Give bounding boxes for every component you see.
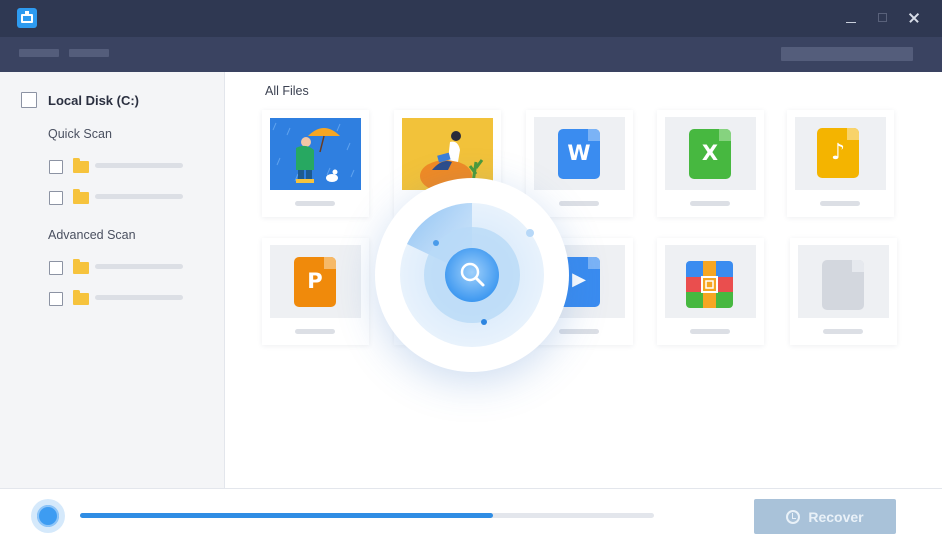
local-disk-label[interactable]: Local Disk (C:) bbox=[48, 93, 139, 108]
folder-name-placeholder bbox=[95, 264, 183, 269]
folder-icon bbox=[73, 158, 89, 173]
app-logo-icon bbox=[17, 8, 37, 28]
toolbar-placeholder-item[interactable] bbox=[19, 49, 59, 57]
folder-icon bbox=[73, 259, 89, 274]
audio-file-icon: ♪ bbox=[817, 128, 859, 178]
advanced-scan-item-checkbox[interactable] bbox=[49, 261, 63, 275]
title-bar bbox=[0, 0, 942, 37]
sidebar bbox=[0, 72, 225, 488]
file-card-image[interactable] bbox=[262, 110, 369, 217]
folder-icon bbox=[73, 189, 89, 204]
folder-name-placeholder bbox=[95, 163, 183, 168]
file-card-audio[interactable]: ♪ bbox=[787, 110, 894, 217]
scan-progress-bar bbox=[80, 513, 654, 518]
close-icon[interactable] bbox=[904, 9, 924, 27]
file-name-placeholder bbox=[823, 329, 863, 334]
advanced-scan-label: Advanced Scan bbox=[48, 228, 136, 242]
folder-name-placeholder bbox=[95, 194, 183, 199]
maximize-icon[interactable] bbox=[873, 9, 893, 27]
file-name-placeholder bbox=[295, 329, 335, 334]
scan-status-dot-icon bbox=[37, 505, 59, 527]
file-name-placeholder bbox=[690, 201, 730, 206]
word-file-icon: W bbox=[558, 129, 600, 179]
excel-file-icon: X bbox=[689, 129, 731, 179]
quick-scan-item-checkbox[interactable] bbox=[49, 160, 63, 174]
history-icon bbox=[786, 509, 801, 524]
recover-button-label: Recover bbox=[808, 508, 864, 525]
recover-button[interactable]: Recover bbox=[754, 499, 896, 534]
minimize-icon[interactable] bbox=[841, 9, 861, 27]
file-name-placeholder bbox=[295, 201, 335, 206]
all-files-title: All Files bbox=[265, 84, 309, 98]
file-name-placeholder bbox=[690, 329, 730, 334]
advanced-scan-item-checkbox[interactable] bbox=[49, 292, 63, 306]
folder-name-placeholder bbox=[95, 295, 183, 300]
toolbar-placeholder-item[interactable] bbox=[69, 49, 109, 57]
file-card-powerpoint[interactable]: P bbox=[262, 238, 369, 345]
rain-illustration-icon bbox=[270, 118, 361, 190]
scan-progress-fill bbox=[80, 513, 494, 518]
local-disk-checkbox[interactable] bbox=[21, 92, 37, 108]
folder-icon bbox=[73, 290, 89, 305]
quick-scan-label: Quick Scan bbox=[48, 127, 112, 141]
archive-file-icon bbox=[686, 261, 733, 308]
radar-icon bbox=[400, 203, 544, 347]
search-input-placeholder[interactable] bbox=[781, 47, 913, 61]
file-card-unknown[interactable] bbox=[790, 238, 897, 345]
quick-scan-item-checkbox[interactable] bbox=[49, 191, 63, 205]
file-name-placeholder bbox=[820, 201, 860, 206]
powerpoint-file-icon: P bbox=[294, 257, 336, 307]
file-card-archive[interactable] bbox=[657, 238, 764, 345]
file-card-excel[interactable]: X bbox=[657, 110, 764, 217]
unknown-file-icon bbox=[822, 260, 864, 310]
scanning-radar bbox=[375, 178, 569, 372]
